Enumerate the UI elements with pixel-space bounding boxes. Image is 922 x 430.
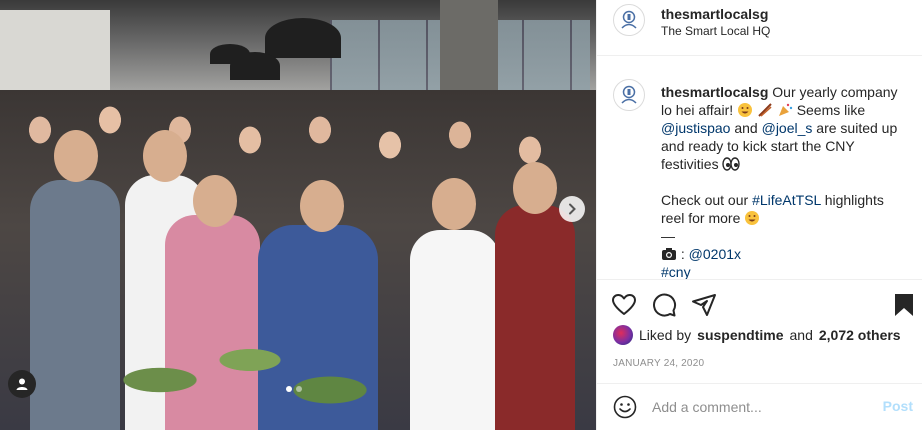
mention-joel[interactable]: @joel_s bbox=[762, 120, 813, 136]
comment-input[interactable] bbox=[652, 396, 872, 418]
carousel-indicator bbox=[286, 386, 302, 392]
comment-button[interactable] bbox=[651, 292, 677, 318]
person-head bbox=[54, 130, 98, 182]
pendant-lamp bbox=[210, 44, 250, 64]
pendant-lamp bbox=[265, 18, 341, 58]
emoji-smile-icon[interactable] bbox=[613, 395, 637, 419]
post-sidebar: thesmartlocalsg The Smart Local HQ thesm… bbox=[596, 0, 922, 430]
person-head bbox=[300, 180, 344, 232]
header-location[interactable]: The Smart Local HQ bbox=[661, 24, 770, 38]
post-header: thesmartlocalsg The Smart Local HQ bbox=[597, 0, 922, 56]
liker-username[interactable]: suspendtime bbox=[697, 327, 783, 343]
carousel-next-button[interactable] bbox=[559, 196, 585, 222]
person bbox=[410, 230, 500, 430]
carousel-dot bbox=[296, 386, 302, 392]
caption-username[interactable]: thesmartlocalsg bbox=[661, 84, 768, 100]
like-heart-icon bbox=[612, 294, 636, 315]
person-head bbox=[432, 178, 476, 230]
caption-text-2: Seems like bbox=[796, 102, 866, 118]
add-comment-bar: Post bbox=[597, 383, 922, 430]
liker-avatar[interactable] bbox=[613, 325, 633, 345]
caption-area: thesmartlocalsg Our yearly company lo he… bbox=[597, 57, 922, 279]
mention-justispao[interactable]: @justispao bbox=[661, 120, 730, 136]
party-popper-icon bbox=[778, 103, 792, 116]
likes-summary: Liked by suspendtime and 2,072 others bbox=[613, 325, 901, 345]
caption-divider: — bbox=[661, 228, 675, 244]
tsl-logo-icon bbox=[621, 10, 637, 29]
share-icon bbox=[692, 294, 716, 316]
caption-avatar[interactable] bbox=[613, 79, 645, 111]
save-button[interactable] bbox=[891, 292, 915, 318]
post-photo[interactable] bbox=[0, 0, 596, 430]
likes-joiner: and bbox=[789, 327, 813, 343]
share-button[interactable] bbox=[691, 292, 717, 318]
user-tag-icon bbox=[16, 378, 28, 390]
person bbox=[495, 205, 575, 430]
eyes-icon bbox=[722, 157, 741, 171]
person-head bbox=[513, 162, 557, 214]
hashtag-lifeattsl[interactable]: #LifeAtTSL bbox=[752, 192, 821, 208]
profile-avatar[interactable] bbox=[613, 4, 645, 36]
carousel-dot-active bbox=[286, 386, 292, 392]
save-bookmark-icon bbox=[895, 294, 913, 316]
caption-text: thesmartlocalsg Our yearly company lo he… bbox=[661, 83, 907, 279]
person-head bbox=[143, 130, 187, 182]
like-button[interactable] bbox=[611, 292, 637, 318]
mention-photographer[interactable]: @0201x bbox=[689, 246, 741, 262]
chopsticks-icon bbox=[758, 103, 772, 117]
post-date[interactable]: JANUARY 24, 2020 bbox=[613, 358, 704, 369]
user-tag-button[interactable] bbox=[8, 370, 36, 398]
caption-colon: : bbox=[680, 246, 685, 262]
post-comment-button[interactable]: Post bbox=[883, 398, 913, 414]
photo-plant bbox=[100, 320, 390, 430]
grinning-face-icon bbox=[745, 211, 760, 225]
likes-prefix: Liked by bbox=[639, 327, 692, 343]
person-head bbox=[193, 175, 237, 227]
grinning-face-icon bbox=[738, 103, 753, 117]
hashtag-cny[interactable]: #cny bbox=[661, 264, 691, 279]
instagram-post: thesmartlocalsg The Smart Local HQ thesm… bbox=[0, 0, 922, 430]
header-username[interactable]: thesmartlocalsg bbox=[661, 6, 768, 22]
comment-icon bbox=[653, 293, 677, 317]
next-arrow-icon bbox=[569, 203, 576, 215]
caption-text-5: Check out our bbox=[661, 192, 749, 208]
likes-others[interactable]: 2,072 others bbox=[819, 327, 901, 343]
tsl-logo-icon bbox=[621, 85, 637, 104]
camera-icon bbox=[662, 248, 676, 260]
caption-text-3: and bbox=[734, 120, 758, 136]
